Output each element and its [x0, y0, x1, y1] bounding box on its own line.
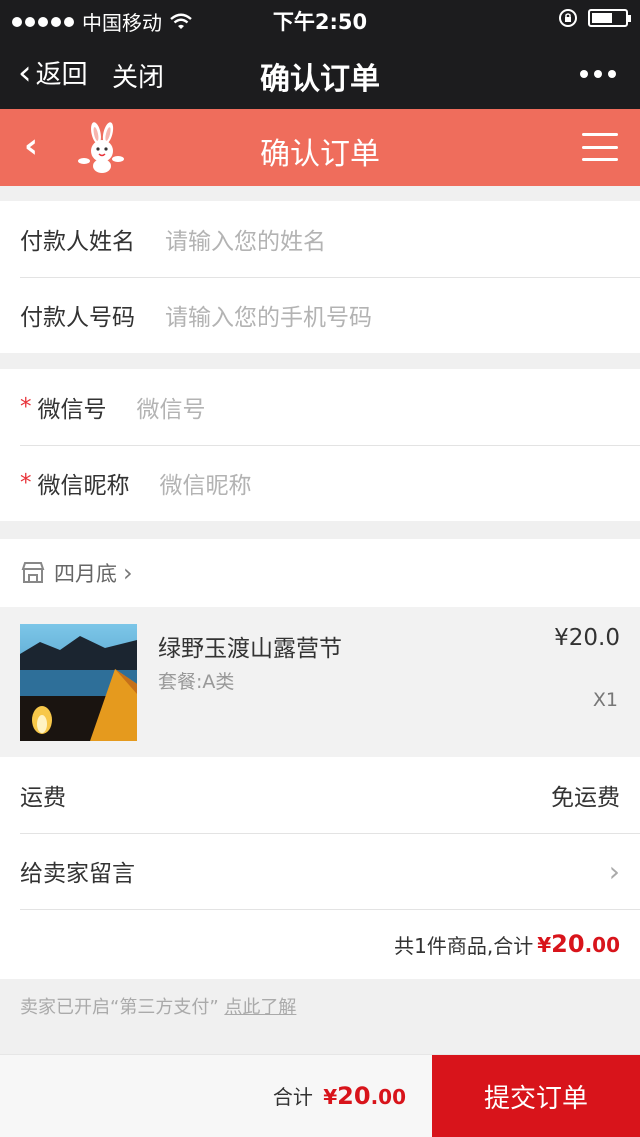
store-icon [21, 562, 45, 583]
product-price: ¥20.0 [554, 625, 620, 651]
header-title: 确认订单 [260, 137, 380, 172]
bottom-total-amount: ¥20.00 [323, 1082, 406, 1110]
wechat-id-input[interactable]: 微信号 [137, 390, 206, 424]
third-party-pay-note: 卖家已开启“第三方支付” 点此了解 [20, 993, 296, 1019]
payer-name-input[interactable]: 请输入您的姓名 [165, 222, 326, 256]
total-int: 20 [551, 930, 585, 958]
seller-message-label: 给卖家留言 [20, 861, 135, 887]
payer-section: 付款人姓名 请输入您的姓名 付款人号码 请输入您的手机号码 [0, 201, 640, 353]
wechat-info-section: * 微信号 微信号 * 微信昵称 微信昵称 [0, 369, 640, 521]
bottom-total: 合计 ¥20.00 [273, 1081, 406, 1110]
shipping-label: 运费 [20, 785, 66, 811]
payer-name-row[interactable]: 付款人姓名 请输入您的姓名 [0, 201, 640, 277]
wechat-nick-label: 微信昵称 [37, 473, 130, 499]
shipping-row: 运费 免运费 [0, 757, 640, 833]
submit-order-button[interactable]: 提交订单 [432, 1055, 640, 1137]
payer-phone-input[interactable]: 请输入您的手机号码 [165, 298, 372, 332]
battery-icon [588, 9, 631, 27]
order-summary: 运费 免运费 给卖家留言 › 共1件商品,合计 ¥20.00 [0, 757, 640, 979]
chevron-right-icon: › [608, 854, 620, 888]
product-image [20, 624, 137, 741]
total-text: 共1件商品,合计 [394, 933, 534, 958]
checkout-bar: 合计 ¥20.00 提交订单 [0, 1054, 640, 1137]
product-sku: 套餐:A类 [158, 671, 235, 693]
seller-message-row[interactable]: 给卖家留言 › [0, 833, 640, 909]
wechat-nav-bar: ‹ 返回 关闭 确认订单 [0, 40, 640, 109]
total-amount: ¥20.00 [537, 930, 620, 958]
menu-icon[interactable] [582, 133, 618, 161]
status-time: 下午2:50 [272, 10, 368, 34]
more-icon[interactable] [580, 70, 616, 78]
required-mark: * [20, 470, 32, 496]
app-header: ‹ 确认订单 [0, 109, 640, 186]
payer-phone-row[interactable]: 付款人号码 请输入您的手机号码 [0, 277, 640, 353]
nav-title: 确认订单 [260, 62, 380, 97]
learn-more-link[interactable]: 点此了解 [224, 997, 296, 1018]
product-quantity: X1 [592, 689, 618, 711]
bottom-currency: ¥ [323, 1085, 338, 1109]
payer-name-label: 付款人姓名 [20, 229, 135, 255]
bottom-total-label: 合计 [272, 1085, 313, 1109]
payer-phone-label: 付款人号码 [20, 305, 135, 331]
shop-name: 四月底 [54, 562, 117, 586]
status-bar: 中国移动 下午2:50 [0, 0, 640, 40]
bottom-int: 20 [337, 1082, 371, 1110]
wechat-id-row[interactable]: * 微信号 微信号 [0, 369, 640, 445]
rotation-lock-icon [559, 9, 577, 27]
total-currency: ¥ [537, 933, 552, 957]
order-item: 绿野玉渡山露营节 套餐:A类 ¥20.0 X1 [0, 607, 640, 757]
wechat-nick-input[interactable]: 微信昵称 [160, 466, 252, 500]
shipping-value: 免运费 [551, 785, 620, 811]
wechat-id-label: 微信号 [37, 397, 107, 423]
required-mark: * [20, 394, 32, 420]
pay-note-text: 卖家已开启“第三方支付” [20, 997, 219, 1018]
product-name: 绿野玉渡山露营节 [158, 636, 342, 662]
order-total: 共1件商品,合计 ¥20.00 [0, 909, 640, 979]
wechat-nick-row[interactable]: * 微信昵称 微信昵称 [0, 445, 640, 521]
shop-link[interactable]: 四月底 › [0, 539, 640, 607]
total-dec: .00 [584, 933, 620, 957]
chevron-right-icon: › [123, 559, 133, 587]
bottom-dec: .00 [370, 1085, 406, 1109]
